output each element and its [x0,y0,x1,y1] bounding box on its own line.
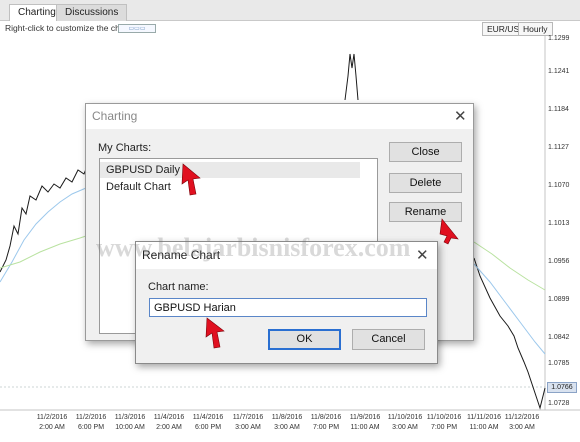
current-price-label: 1.0766 [547,382,577,393]
hint-widget[interactable]: ▭▭▭ [118,24,156,33]
y-tick: 1.1241 [548,68,570,75]
my-charts-label: My Charts: [98,142,152,154]
list-item-gbpusd-daily[interactable]: GBPUSD Daily [100,162,360,178]
delete-button[interactable]: Delete [389,173,462,193]
list-item-default-chart[interactable]: Default Chart [100,179,360,195]
close-icon[interactable]: ✕ [416,246,429,264]
y-tick: 1.0842 [548,334,570,341]
x-tick: 11/12/2016 3:00 AM [504,414,540,431]
cancel-button[interactable]: Cancel [352,329,425,350]
close-button[interactable]: Close [389,142,462,162]
arrow-icon [205,317,225,349]
chart-name-input[interactable] [149,298,427,317]
y-tick: 1.0728 [548,400,570,407]
timeframe-selector[interactable]: Hourly [518,22,553,36]
x-tick: 11/10/2016 7:00 PM [426,414,462,431]
y-tick: 1.0785 [548,360,570,367]
arrow-icon [439,218,459,245]
x-tick: 11/8/2016 3:00 AM [271,414,303,431]
y-tick: 1.1127 [548,144,569,151]
tab-bar: Charting Discussions [0,0,580,22]
rename-dialog: Rename Chart ✕ Chart name: OK Cancel [135,241,438,364]
x-tick: 11/2/2016 2:00 AM [36,414,68,431]
arrow-icon [181,163,201,196]
y-tick: 1.1299 [548,35,570,42]
rename-dialog-title: Rename Chart [142,248,221,262]
customize-hint: Right-click to customize the chart [5,23,130,33]
y-tick: 1.1184 [548,106,569,113]
x-tick: 11/2/2016 6:00 PM [75,414,107,431]
x-tick: 11/10/2016 3:00 AM [387,414,423,431]
x-tick: 11/3/2016 10:00 AM [114,414,146,431]
charting-dialog-title: Charting [92,109,138,123]
x-tick: 11/4/2016 2:00 AM [153,414,185,431]
y-tick: 1.0899 [548,296,570,303]
charting-dialog-titlebar[interactable]: Charting ✕ [86,104,473,129]
x-tick: 11/4/2016 6:00 PM [192,414,224,431]
y-tick: 1.1013 [548,220,570,227]
close-icon[interactable]: ✕ [454,107,467,125]
chart-name-label: Chart name: [148,281,209,293]
x-tick: 11/7/2016 3:00 AM [232,414,264,431]
y-tick: 1.1070 [548,182,570,189]
tab-discussions[interactable]: Discussions [56,4,128,21]
rename-dialog-titlebar[interactable]: Rename Chart ✕ [136,242,437,269]
ok-button[interactable]: OK [268,329,341,350]
x-tick: 11/9/2016 11:00 AM [349,414,381,431]
y-tick: 1.0956 [548,258,570,265]
x-tick: 11/8/2016 7:00 PM [310,414,342,431]
